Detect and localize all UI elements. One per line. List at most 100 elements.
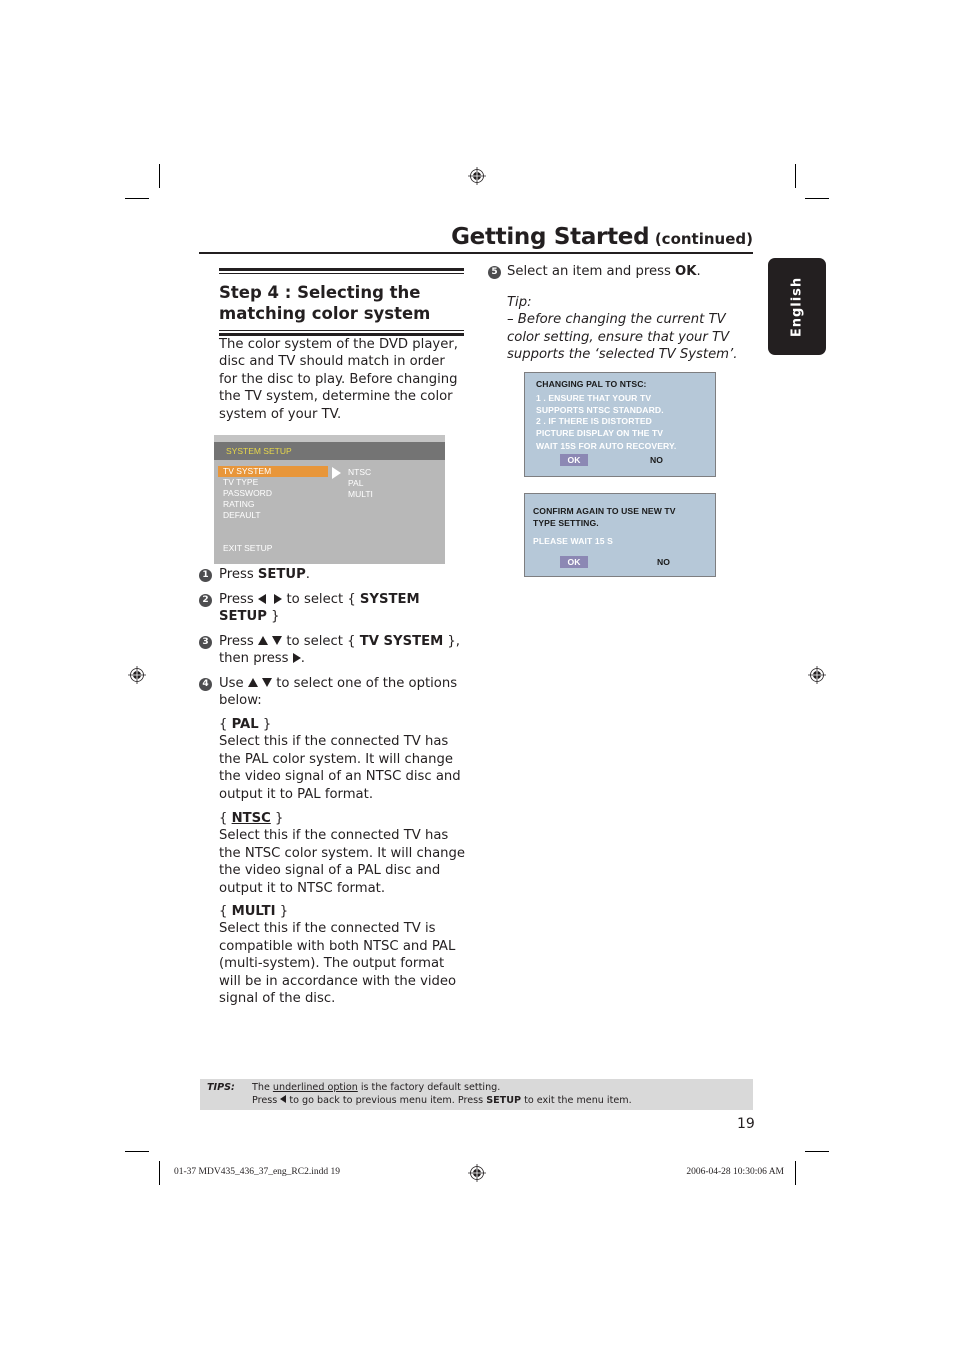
menu-item-exit-setup[interactable]: EXIT SETUP	[223, 543, 272, 554]
tips-underlined-option: underlined option	[272, 1082, 358, 1093]
down-arrow-icon	[262, 678, 273, 687]
menu-option-multi[interactable]: MULTI	[348, 489, 373, 500]
crop-mark	[159, 164, 160, 188]
menu-item-tv-system[interactable]: TV SYSTEM	[223, 466, 271, 477]
tips-line-1: The underlined option is the factory def…	[252, 1082, 500, 1093]
footer-timestamp: 2006-04-28 10:30:06 AM	[686, 1167, 784, 1177]
step-2-end: }	[271, 609, 280, 625]
tips-line-2-post: to exit the menu item.	[521, 1095, 632, 1106]
crop-mark	[795, 1161, 796, 1185]
page-title-main: Getting Started	[451, 224, 650, 250]
step-3-line2: then press	[219, 651, 289, 667]
tips-line-2-pre: Press	[252, 1095, 281, 1106]
dialog1-line: WAIT 15S FOR AUTO RECOVERY.	[536, 441, 677, 451]
tip-text: – Before changing the current TV color s…	[507, 312, 738, 363]
dialog1-line: PICTURE DISPLAY ON THE TV	[536, 428, 664, 438]
step-number-2: 2	[199, 594, 212, 607]
heading-rule-bottom-thin	[219, 330, 464, 331]
menu-option-pal[interactable]: PAL	[348, 478, 363, 489]
tip-label: Tip:	[507, 295, 532, 310]
dialog1-no-button[interactable]: NO	[650, 455, 663, 465]
page-number: 19	[737, 1116, 755, 1132]
step-1-text: Press	[219, 567, 258, 582]
registration-mark-icon	[468, 1164, 486, 1182]
step-3-key: TV SYSTEM	[359, 634, 444, 649]
crop-mark	[805, 1151, 829, 1152]
dialog2-line: CONFIRM AGAIN TO USE NEW TV	[533, 506, 676, 516]
crop-mark	[795, 164, 796, 188]
language-tab-label: English	[789, 276, 805, 337]
menu-item-default[interactable]: DEFAULT	[223, 510, 261, 521]
step-5: Select an item and press OK.	[507, 263, 747, 280]
intro-paragraph: The color system of the DVD player, disc…	[219, 337, 458, 422]
option-pal: { PAL } Select this if the connected TV …	[219, 716, 469, 803]
step-3-mid: to select {	[286, 634, 356, 649]
step-3-line2-end: .	[300, 651, 305, 667]
step-5-key: OK	[675, 264, 697, 279]
step-3-text: Press	[219, 634, 254, 649]
changing-pal-to-ntsc-dialog: CHANGING PAL TO NTSC: 1 . ENSURE THAT YO…	[524, 372, 716, 477]
menu-title: SYSTEM SETUP	[226, 446, 292, 456]
right-arrow-icon	[274, 594, 283, 604]
option-ntsc-name: NTSC	[231, 811, 271, 826]
step-title: Step 4 : Selecting the matching color sy…	[219, 274, 464, 330]
option-multi-name: MULTI	[231, 904, 276, 919]
heading-rule-top	[219, 268, 464, 271]
tips-line-2: Press to go back to previous menu item. …	[252, 1095, 632, 1106]
step-number-4: 4	[199, 678, 212, 691]
registration-mark-icon	[468, 167, 486, 185]
dialog1-ok-button[interactable]: OK	[560, 454, 588, 466]
option-pal-description: Select this if the connected TV has the …	[219, 734, 461, 802]
system-setup-menu: SYSTEM SETUP TV SYSTEM TV TYPE PASSWORD …	[214, 435, 445, 564]
down-arrow-icon	[272, 636, 283, 645]
menu-title-bar: SYSTEM SETUP	[214, 442, 445, 460]
page-title-continued: (continued)	[654, 230, 753, 248]
dialog1-line: 2 . IF THERE IS DISTORTED	[536, 416, 652, 426]
menu-item-rating[interactable]: RATING	[223, 499, 254, 510]
step-1: Press SETUP.	[219, 566, 469, 583]
header-rule	[199, 252, 753, 254]
step-5-end: .	[696, 264, 701, 279]
crop-mark	[125, 1151, 149, 1152]
dialog2-no-button[interactable]: NO	[657, 557, 670, 567]
step-3: Press to select { TV SYSTEM }, then pres…	[219, 633, 469, 668]
dialog1-title: CHANGING PAL TO NTSC:	[536, 379, 647, 389]
option-multi: { MULTI } Select this if the connected T…	[219, 903, 469, 1007]
step-3-end: },	[447, 634, 460, 649]
crop-mark	[805, 198, 829, 199]
step-number-3: 3	[199, 636, 212, 649]
confirm-tv-type-dialog: CONFIRM AGAIN TO USE NEW TV TYPE SETTING…	[524, 493, 716, 577]
left-arrow-icon	[257, 594, 266, 604]
page-title: Getting Started (continued)	[451, 224, 753, 250]
step-number-1: 1	[199, 569, 212, 582]
tips-setup-key: SETUP	[486, 1095, 522, 1106]
option-ntsc-heading: { NTSC }	[219, 811, 284, 826]
tips-line-2-mid: to go back to previous menu item. Press	[286, 1095, 487, 1106]
crop-mark	[125, 198, 149, 199]
step-number-5: 5	[488, 266, 501, 279]
step-heading: Step 4 : Selecting the matching color sy…	[219, 268, 464, 336]
tips-bar: TIPS: The underlined option is the facto…	[200, 1079, 753, 1110]
step-title-line1: Step 4 : Selecting the	[219, 283, 421, 302]
step-4: Use to select one of the options below:	[219, 675, 469, 710]
menu-item-tv-type[interactable]: TV TYPE	[223, 477, 258, 488]
option-pal-heading: { PAL }	[219, 717, 272, 732]
language-tab: English	[768, 258, 826, 355]
registration-mark-icon	[128, 666, 146, 684]
step-title-line2: matching color system	[219, 304, 431, 323]
dialog2-ok-button[interactable]: OK	[560, 556, 588, 568]
tip-block: Tip: – Before changing the current TV co…	[507, 294, 739, 364]
option-pal-name: PAL	[231, 717, 259, 732]
tips-label: TIPS:	[207, 1082, 235, 1093]
dialog1-line: 1 . ENSURE THAT YOUR TV	[536, 393, 652, 403]
dialog1-line: SUPPORTS NTSC STANDARD.	[536, 405, 664, 415]
dialog2-countdown: PLEASE WAIT 15 S	[533, 536, 613, 546]
option-multi-heading: { MULTI }	[219, 904, 289, 919]
step-2-mid: to select {	[286, 592, 356, 607]
dialog2-line: TYPE SETTING.	[533, 518, 599, 528]
step-4-text: Use	[219, 676, 244, 691]
menu-option-ntsc[interactable]: NTSC	[348, 467, 371, 478]
menu-item-password[interactable]: PASSWORD	[223, 488, 272, 499]
up-arrow-icon	[247, 678, 258, 687]
step-2-text: Press	[219, 592, 254, 607]
